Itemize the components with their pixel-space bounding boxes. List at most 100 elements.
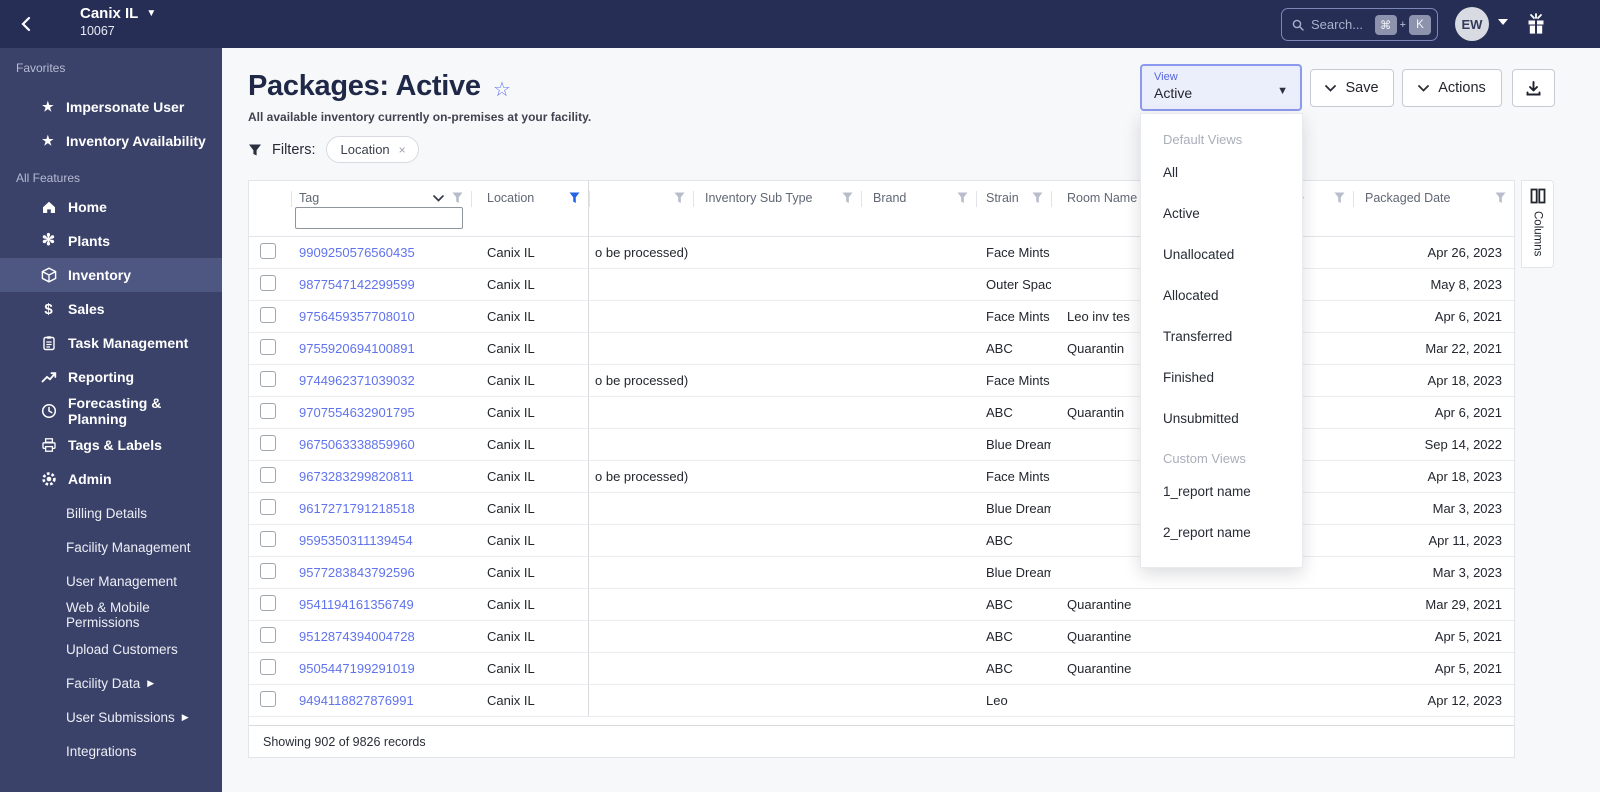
view-option-all[interactable]: All (1141, 152, 1302, 193)
row-checkbox[interactable] (260, 435, 276, 451)
record-count: Showing 902 of 9826 records (263, 734, 426, 749)
tag-link[interactable]: 9577283843792596 (299, 565, 415, 580)
row-checkbox[interactable] (260, 467, 276, 483)
sidebar-item-inventory-availability[interactable]: ★ Inventory Availability (0, 124, 222, 158)
row-checkbox[interactable] (260, 691, 276, 707)
cell-location: Canix IL (471, 589, 589, 620)
sidebar-item-inventory[interactable]: Inventory (0, 258, 222, 292)
tag-link[interactable]: 9755920694100891 (299, 341, 415, 356)
column-header-tag[interactable]: Tag (291, 181, 471, 236)
tag-link[interactable]: 9744962371039032 (299, 373, 415, 388)
row-checkbox[interactable] (260, 243, 276, 259)
filter-funnel-icon[interactable] (674, 192, 685, 204)
sidebar-subitem-integrations[interactable]: Integrations (0, 734, 222, 768)
avatar-menu-caret[interactable] (1498, 19, 1508, 25)
sidebar-item-admin[interactable]: Admin (0, 462, 222, 496)
filter-funnel-icon[interactable] (1032, 192, 1043, 204)
sidebar-item-plants[interactable]: ✻ Plants (0, 224, 222, 258)
sidebar-subitem-facility-management[interactable]: Facility Management (0, 530, 222, 564)
sidebar-item-tags-labels[interactable]: Tags & Labels (0, 428, 222, 462)
gift-button[interactable] (1521, 9, 1551, 39)
actions-button[interactable]: Actions (1402, 69, 1502, 107)
row-checkbox[interactable] (260, 275, 276, 291)
cell-checkbox (249, 691, 291, 710)
view-option-finished[interactable]: Finished (1141, 357, 1302, 398)
row-checkbox[interactable] (260, 339, 276, 355)
table-row: 9541194161356749 Canix IL ABC Quarantine… (249, 589, 1514, 621)
app-root: Canix IL ▼ 10067 Search... ⌘ + K EW Favo… (0, 0, 1600, 792)
filter-funnel-icon[interactable] (1495, 192, 1506, 204)
view-select[interactable]: View Active ▼ (1140, 64, 1302, 111)
column-header-inventory-sub-type[interactable]: Inventory Sub Type (693, 181, 861, 236)
view-option-transferred[interactable]: Transferred (1141, 316, 1302, 357)
tag-link[interactable]: 9756459357708010 (299, 309, 415, 324)
filter-funnel-icon[interactable] (452, 192, 463, 204)
sidebar-item-reporting[interactable]: Reporting (0, 360, 222, 394)
download-button[interactable] (1512, 69, 1555, 107)
sidebar-item-home[interactable]: Home (0, 190, 222, 224)
remove-filter-icon[interactable]: × (399, 143, 406, 157)
sidebar-subitem-web-mobile-permissions[interactable]: Web & Mobile Permissions (0, 598, 222, 632)
column-header-scrolled[interactable] (589, 181, 693, 236)
sidebar-item-sales[interactable]: $ Sales (0, 292, 222, 326)
row-checkbox[interactable] (260, 531, 276, 547)
row-checkbox[interactable] (260, 659, 276, 675)
tag-link[interactable]: 9707554632901795 (299, 405, 415, 420)
table-row: 9877547142299599 Canix IL Outer Space Ma… (249, 269, 1514, 301)
favorites-section-label: Favorites (16, 61, 66, 75)
filter-funnel-icon[interactable] (1334, 192, 1345, 204)
filter-funnel-icon-active[interactable] (569, 192, 580, 204)
tag-link[interactable]: 9512874394004728 (299, 629, 415, 644)
tag-link[interactable]: 9877547142299599 (299, 277, 415, 292)
row-checkbox[interactable] (260, 307, 276, 323)
sidebar-subitem-user-management[interactable]: User Management (0, 564, 222, 598)
filter-funnel-icon[interactable] (957, 192, 968, 204)
row-checkbox[interactable] (260, 403, 276, 419)
tag-link[interactable]: 9541194161356749 (299, 597, 414, 612)
view-option-1-report-name[interactable]: 1_report name (1141, 471, 1302, 512)
tag-type-caret-icon[interactable] (433, 194, 444, 202)
sidebar-subitem-upload-customers[interactable]: Upload Customers (0, 632, 222, 666)
search-input[interactable]: Search... ⌘ + K (1281, 8, 1438, 41)
row-checkbox[interactable] (260, 499, 276, 515)
tag-filter-input[interactable] (295, 207, 463, 229)
row-checkbox[interactable] (260, 595, 276, 611)
row-checkbox[interactable] (260, 563, 276, 579)
facility-selector[interactable]: Canix IL ▼ 10067 (80, 5, 156, 38)
column-header-brand[interactable]: Brand (861, 181, 976, 236)
filter-chip-location[interactable]: Location × (325, 136, 419, 163)
column-header-location[interactable]: Location (471, 181, 589, 236)
columns-panel-button[interactable]: Columns (1521, 180, 1554, 268)
cell-location: Canix IL (471, 493, 589, 524)
avatar[interactable]: EW (1455, 7, 1489, 41)
tag-link[interactable]: 9673283299820811 (299, 469, 414, 484)
back-button[interactable] (14, 13, 36, 35)
tag-link[interactable]: 9494118827876991 (299, 693, 414, 708)
cell-packaged-date: Mar 3, 2023 (1432, 501, 1502, 516)
tag-link[interactable]: 9505447199291019 (299, 661, 415, 676)
sidebar-item-task-management[interactable]: Task Management (0, 326, 222, 360)
tag-link[interactable]: 9675063338859960 (299, 437, 415, 452)
cell-strain: ABC (986, 341, 1013, 356)
view-option-2-report-name[interactable]: 2_report name (1141, 512, 1302, 553)
filter-funnel-icon[interactable] (842, 192, 853, 204)
sidebar-item-impersonate-user[interactable]: ★ Impersonate User (0, 90, 222, 124)
row-checkbox[interactable] (260, 627, 276, 643)
view-option-allocated[interactable]: Allocated (1141, 275, 1302, 316)
favorite-page-star-icon[interactable]: ☆ (493, 77, 511, 102)
column-header-strain[interactable]: Strain (976, 181, 1051, 236)
sidebar-subitem-user-submissions[interactable]: User Submissions ▶ (0, 700, 222, 734)
row-checkbox[interactable] (260, 371, 276, 387)
plants-icon: ✻ (41, 232, 56, 249)
view-option-unallocated[interactable]: Unallocated (1141, 234, 1302, 275)
save-button[interactable]: Save (1310, 69, 1394, 107)
view-option-active[interactable]: Active (1141, 193, 1302, 234)
view-option-unsubmitted[interactable]: Unsubmitted (1141, 398, 1302, 439)
tag-link[interactable]: 9617271791218518 (299, 501, 415, 516)
sidebar-item-forecasting-planning[interactable]: Forecasting & Planning (0, 394, 222, 428)
sidebar-subitem-billing-details[interactable]: Billing Details (0, 496, 222, 530)
tag-link[interactable]: 9909250576560435 (299, 245, 415, 260)
tag-link[interactable]: 9595350311139454 (299, 533, 413, 548)
sidebar-subitem-facility-data[interactable]: Facility Data ▶ (0, 666, 222, 700)
column-header-packaged-date[interactable]: Packaged Date (1353, 181, 1514, 236)
